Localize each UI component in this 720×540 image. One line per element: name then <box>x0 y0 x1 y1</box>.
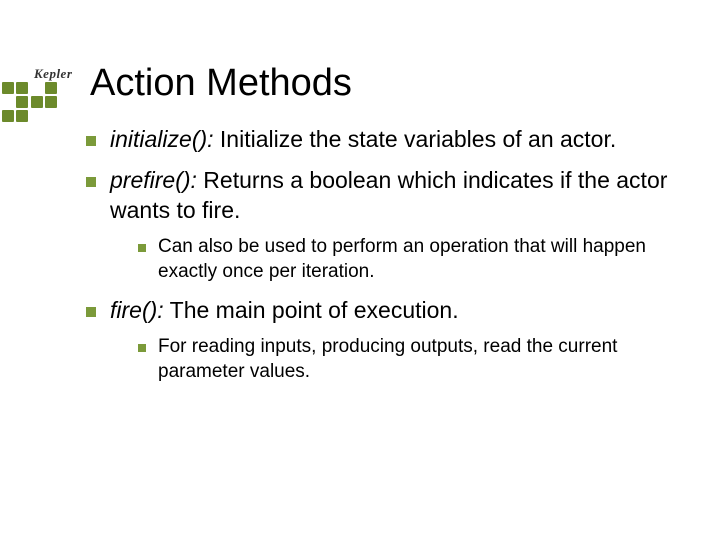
kepler-logo: Kepler <box>2 66 72 124</box>
sub-bullet: Can also be used to perform an operation… <box>134 235 680 284</box>
sub-bullet: For reading inputs, producing outputs, r… <box>134 335 680 384</box>
logo-text: Kepler <box>34 66 72 82</box>
method-name: prefire(): <box>110 167 197 193</box>
method-name: initialize(): <box>110 126 214 152</box>
slide-title: Action Methods <box>90 62 720 105</box>
bullet-fire: fire(): The main point of execution. For… <box>80 296 680 384</box>
logo-blocks <box>2 82 72 124</box>
slide-body: initialize(): Initialize the state varia… <box>80 125 680 384</box>
method-name: fire(): <box>110 297 164 323</box>
bullet-text: The main point of execution. <box>164 297 459 323</box>
bullet-text: Initialize the state variables of an act… <box>214 126 617 152</box>
bullet-prefire: prefire(): Returns a boolean which indic… <box>80 166 680 284</box>
bullet-initialize: initialize(): Initialize the state varia… <box>80 125 680 154</box>
